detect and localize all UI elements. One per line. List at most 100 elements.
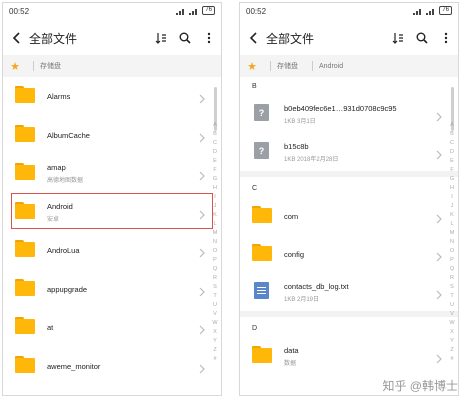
list-item[interactable]: config	[240, 235, 442, 273]
alpha-letter[interactable]: U	[211, 301, 219, 310]
alpha-letter[interactable]: D	[211, 148, 219, 157]
item-name: config	[284, 250, 305, 259]
alpha-letter[interactable]: T	[211, 292, 219, 301]
alpha-letter[interactable]: W	[448, 319, 456, 328]
list-item[interactable]: data 数据	[240, 337, 442, 375]
alpha-letter[interactable]: M	[448, 229, 456, 238]
list-item[interactable]: AlbumCache	[3, 116, 205, 154]
list-item[interactable]: at	[3, 308, 205, 346]
alpha-letter[interactable]: P	[211, 256, 219, 265]
alpha-letter[interactable]: R	[211, 274, 219, 283]
breadcrumb-item[interactable]: Android	[319, 63, 343, 70]
item-subtitle: 安卓	[47, 216, 60, 223]
alpha-letter[interactable]: N	[448, 238, 456, 247]
alpha-letter[interactable]: M	[211, 229, 219, 238]
alpha-letter[interactable]: V	[211, 310, 219, 319]
alpha-letter[interactable]: R	[448, 274, 456, 283]
alpha-letter[interactable]: L	[211, 220, 219, 229]
alpha-letter[interactable]: G	[211, 175, 219, 184]
chevron-right-icon	[199, 361, 205, 373]
star-icon[interactable]: ★	[3, 60, 27, 73]
item-subtitle: 1KB 2018年2月28日	[284, 157, 339, 163]
alpha-letter[interactable]: Z	[448, 346, 456, 355]
folder-icon	[252, 346, 272, 363]
alpha-letter[interactable]: H	[211, 184, 219, 193]
list-item[interactable]: AndroLua	[3, 231, 205, 269]
alpha-letter[interactable]: E	[211, 157, 219, 166]
item-name: appupgrade	[47, 284, 88, 294]
alpha-letter[interactable]: S	[448, 283, 456, 292]
page-title: 全部文件	[29, 31, 78, 46]
alpha-letter[interactable]: C	[448, 139, 456, 148]
list-item[interactable]: amap 高德地图数据	[3, 154, 205, 192]
alpha-letter[interactable]: B	[211, 130, 219, 139]
alpha-letter[interactable]: T	[448, 292, 456, 301]
section-header: C	[240, 179, 458, 197]
alpha-letter[interactable]: P	[448, 256, 456, 265]
alpha-letter[interactable]: F	[448, 166, 456, 175]
alpha-letter[interactable]: A	[448, 121, 456, 130]
alpha-letter[interactable]: X	[211, 328, 219, 337]
chevron-right-icon	[436, 109, 442, 122]
more-button[interactable]	[197, 21, 221, 55]
alpha-letter[interactable]: F	[211, 166, 219, 175]
alpha-letter[interactable]: Y	[448, 337, 456, 346]
alpha-letter[interactable]: O	[211, 247, 219, 256]
list-item[interactable]: com	[240, 197, 442, 235]
star-icon[interactable]: ★	[240, 60, 264, 73]
alpha-letter[interactable]: Z	[211, 346, 219, 355]
breadcrumb-item[interactable]: 存储盘	[277, 61, 298, 71]
alpha-letter[interactable]: A	[211, 121, 219, 130]
alpha-letter[interactable]: H	[448, 184, 456, 193]
breadcrumb-item[interactable]: 存储盘	[40, 61, 61, 71]
alpha-letter[interactable]: I	[211, 193, 219, 202]
alpha-letter[interactable]: I	[448, 193, 456, 202]
more-button[interactable]	[434, 21, 458, 55]
back-button[interactable]	[3, 21, 29, 55]
alpha-letter[interactable]: X	[448, 328, 456, 337]
sort-button[interactable]	[149, 21, 173, 55]
alpha-letter[interactable]: C	[211, 139, 219, 148]
alpha-letter[interactable]: G	[448, 175, 456, 184]
list-item[interactable]: aweme_monitor	[3, 347, 205, 385]
section-divider	[240, 171, 458, 177]
search-button[interactable]	[173, 21, 197, 55]
list-item[interactable]: contacts_db_log.txt 1KB 2月19日	[240, 273, 442, 311]
alpha-letter[interactable]: E	[448, 157, 456, 166]
alpha-letter[interactable]: J	[211, 202, 219, 211]
alpha-letter[interactable]: #	[211, 355, 219, 364]
back-button[interactable]	[240, 21, 266, 55]
item-name: Android	[47, 201, 73, 211]
alpha-letter[interactable]: O	[448, 247, 456, 256]
folder-icon	[15, 240, 35, 257]
sort-button[interactable]	[386, 21, 410, 55]
alpha-letter[interactable]: Q	[211, 265, 219, 274]
alpha-letter[interactable]: J	[448, 202, 456, 211]
chevron-right-icon	[199, 91, 205, 104]
alpha-letter[interactable]: K	[448, 211, 456, 220]
alpha-letter[interactable]: W	[211, 319, 219, 328]
alpha-letter[interactable]: V	[448, 310, 456, 319]
alpha-letter[interactable]: #	[448, 355, 456, 364]
alphabet-index[interactable]: A B C D E F G H I J K L M N O P Q R S T U V W X Y Z #	[448, 121, 456, 364]
list-item[interactable]: Android 安卓	[3, 193, 205, 231]
list-item[interactable]: ? b15c8b 1KB 2018年2月28日	[240, 133, 442, 171]
chevron-right-icon	[199, 168, 205, 181]
search-icon	[416, 32, 428, 44]
alpha-letter[interactable]: D	[448, 148, 456, 157]
chevron-right-icon	[199, 207, 205, 219]
alpha-letter[interactable]: Y	[211, 337, 219, 346]
more-vertical-icon	[444, 32, 448, 44]
alpha-letter[interactable]: S	[211, 283, 219, 292]
list-item[interactable]: Alarms	[3, 77, 205, 115]
alpha-letter[interactable]: N	[211, 238, 219, 247]
alpha-letter[interactable]: Q	[448, 265, 456, 274]
alpha-letter[interactable]: B	[448, 130, 456, 139]
list-item[interactable]: appupgrade	[3, 270, 205, 308]
alpha-letter[interactable]: K	[211, 211, 219, 220]
alpha-letter[interactable]: L	[448, 220, 456, 229]
alphabet-index[interactable]: A B C D E F G H I J K L M N O P Q R S T U V W X Y Z #	[211, 121, 219, 364]
list-item[interactable]: ? b0eb409fec6e1…931d0708c9c95 1KB 3月1日	[240, 95, 442, 133]
alpha-letter[interactable]: U	[448, 301, 456, 310]
search-button[interactable]	[410, 21, 434, 55]
